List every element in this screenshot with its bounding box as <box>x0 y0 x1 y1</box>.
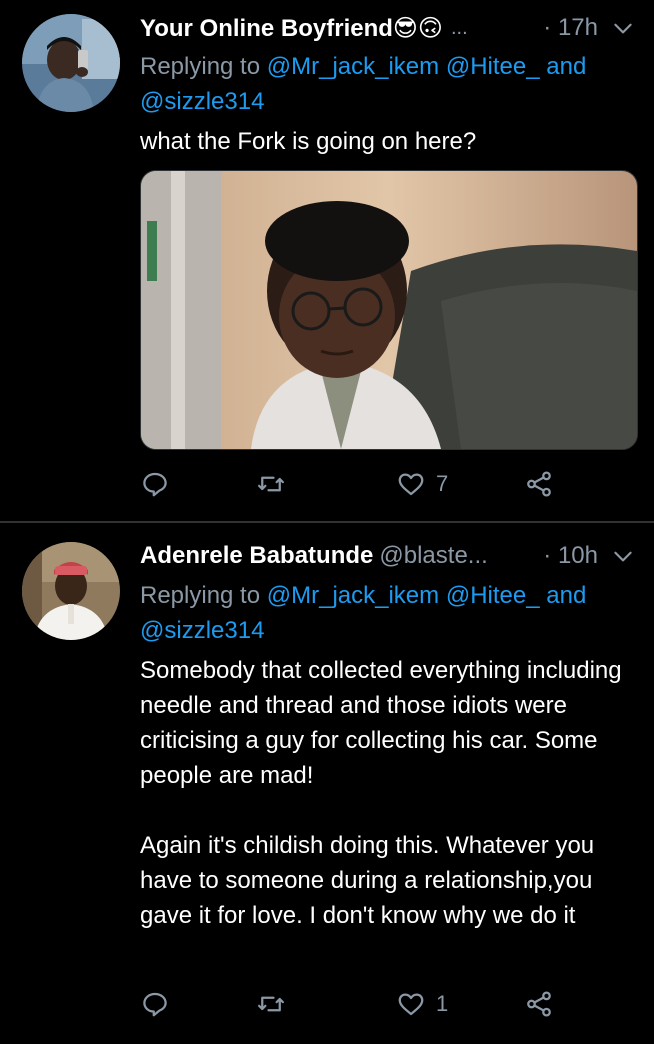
mention-link[interactable]: @Hitee_ <box>446 53 540 80</box>
share-button[interactable] <box>524 464 554 504</box>
like-icon <box>398 473 424 496</box>
reply-button[interactable] <box>140 984 180 1024</box>
tweet-actions: 7 <box>140 464 636 504</box>
tweet-actions: 1 <box>140 984 636 1024</box>
mention-link[interactable]: @Mr_jack_ikem <box>267 582 439 609</box>
avatar[interactable] <box>22 14 120 112</box>
tweet-text-paragraph: Somebody that collected everything inclu… <box>140 657 622 789</box>
name-overflow: ... <box>450 16 468 39</box>
share-icon <box>527 471 551 497</box>
mention-link[interactable]: @sizzle314 <box>140 88 264 115</box>
like-count: 7 <box>436 471 449 496</box>
retweet-icon <box>258 476 284 492</box>
replying-label: Replying to <box>140 53 261 80</box>
mention-link[interactable]: @Hitee_ <box>446 582 540 609</box>
timestamp[interactable]: · 17h <box>543 14 598 42</box>
timestamp[interactable]: · 10h <box>543 542 598 570</box>
tweet[interactable]: Adenrele Babatunde @blaste... · 10h Repl… <box>0 523 654 1044</box>
retweet-button[interactable] <box>256 984 296 1024</box>
replying-to: Replying to @Mr_jack_ikem @Hitee_ and @s… <box>140 578 636 648</box>
tweet-text-paragraph: Again it's childish doing this. Whatever… <box>140 832 595 929</box>
retweet-button[interactable] <box>256 464 296 504</box>
reply-icon <box>143 992 167 1017</box>
author-handle[interactable]: @blaste... <box>379 542 487 570</box>
tweet[interactable]: Your Online Boyfriend😎🙃 ... · 17h Replyi… <box>0 0 654 521</box>
mention-joiner[interactable]: and <box>546 53 586 80</box>
tweet-text: Somebody that collected everything inclu… <box>140 653 640 933</box>
mention-joiner[interactable]: and <box>546 582 586 609</box>
replying-label: Replying to <box>140 582 261 609</box>
tweet-header: Your Online Boyfriend😎🙃 ... · 17h <box>140 10 636 46</box>
reply-button[interactable] <box>140 464 180 504</box>
mention-link[interactable]: @Mr_jack_ikem <box>267 53 439 80</box>
tweet-header: Adenrele Babatunde @blaste... · 10h <box>140 538 636 574</box>
retweet-icon <box>258 996 284 1012</box>
tweet-text: what the Fork is going on here? <box>140 128 477 155</box>
share-button[interactable] <box>524 984 554 1024</box>
replying-to: Replying to @Mr_jack_ikem @Hitee_ and @s… <box>140 49 636 119</box>
author-name[interactable]: Adenrele Babatunde <box>140 542 373 570</box>
mention-link[interactable]: @sizzle314 <box>140 617 264 644</box>
like-count: 1 <box>436 991 449 1016</box>
share-icon <box>527 991 551 1017</box>
like-icon <box>398 993 424 1016</box>
avatar[interactable] <box>22 542 120 640</box>
caret-down-icon[interactable] <box>610 15 636 41</box>
author-name[interactable]: Your Online Boyfriend😎🙃 <box>140 14 443 43</box>
like-button[interactable]: 1 <box>396 984 448 1024</box>
tweet-media-image[interactable] <box>140 170 638 450</box>
like-button[interactable]: 7 <box>396 464 448 504</box>
caret-down-icon[interactable] <box>610 543 636 569</box>
reply-icon <box>143 472 167 497</box>
